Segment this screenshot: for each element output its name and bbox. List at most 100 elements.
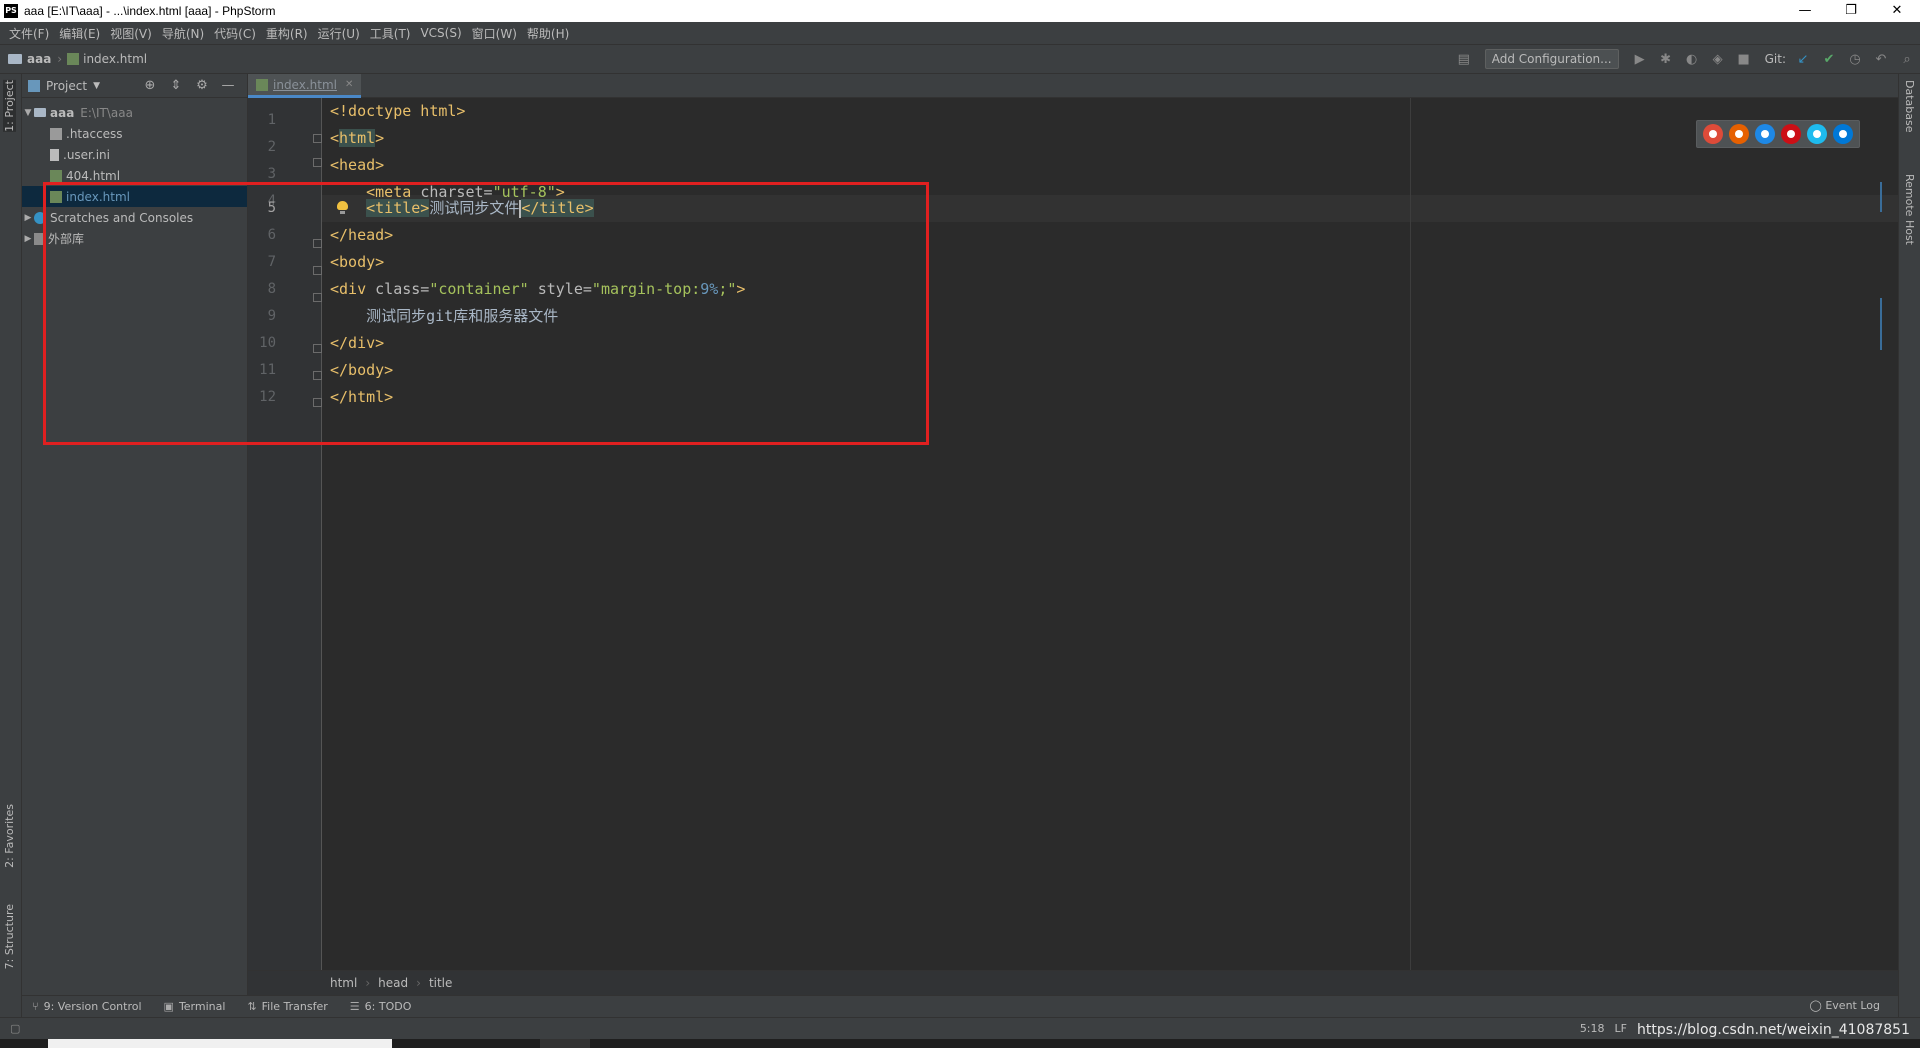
menu-refactor[interactable]: 重构(R) (261, 25, 313, 42)
git-commit-icon[interactable]: ✔ (1816, 52, 1842, 67)
nav-file[interactable]: index.html (83, 52, 147, 66)
tool-label: 6: TODO (364, 1000, 412, 1013)
caret-position[interactable]: 5:18 (1580, 1022, 1605, 1038)
tool-label: Terminal (178, 1000, 226, 1013)
search-icon[interactable]: ⌕ (1894, 52, 1920, 67)
edge-icon[interactable] (1833, 124, 1853, 144)
gear-icon[interactable]: ⚙ (189, 78, 215, 93)
fold-marker[interactable] (313, 134, 322, 143)
debug-icon[interactable]: ✱ (1653, 52, 1679, 67)
event-log-label: Event Log (1825, 999, 1880, 1012)
breadcrumb-html[interactable]: html (330, 976, 357, 990)
file-transfer-tool-button[interactable]: ⇅ File Transfer (247, 1000, 327, 1013)
project-tool-button[interactable]: 1: Project (3, 80, 16, 132)
project-structure-icon[interactable]: ▤ (1451, 52, 1477, 67)
breadcrumb-separator: › (416, 976, 421, 990)
menu-bar: 文件(F) 编辑(E) 视图(V) 导航(N) 代码(C) 重构(R) 运行(U… (0, 22, 1920, 44)
list-icon: ☰ (349, 1000, 360, 1013)
chrome-icon[interactable] (1703, 124, 1723, 144)
menu-view[interactable]: 视图(V) (105, 25, 157, 42)
minimize-button[interactable]: — (1782, 0, 1828, 22)
project-panel-title[interactable]: Project (46, 79, 87, 93)
project-panel-header: Project ▼ ⊕ ⇕ ⚙ — (22, 74, 247, 98)
menu-help[interactable]: 帮助(H) (522, 25, 574, 42)
nav-project[interactable]: aaa (27, 52, 51, 66)
close-button[interactable]: ✕ (1874, 0, 1920, 22)
favorites-tool-button[interactable]: 2: Favorites (3, 804, 16, 868)
version-control-tool-button[interactable]: ⑂ 9: Version Control (32, 1000, 142, 1013)
main-toolbar: ▤ Add Configuration... ▶ ✱ ◐ ◈ ■ Git: ↙ … (1451, 45, 1920, 73)
taskbar-item[interactable] (48, 1039, 392, 1048)
maximize-button[interactable]: ❐ (1828, 0, 1874, 22)
status-bar: ▢ 5:18 LF https://blog.csdn.net/weixin_4… (0, 1017, 1920, 1039)
tree-item-label: 404.html (66, 168, 121, 183)
menu-code[interactable]: 代码(C) (209, 25, 261, 42)
menu-edit[interactable]: 编辑(E) (54, 25, 105, 42)
code-line-2: <html> (330, 125, 384, 152)
structure-tool-button[interactable]: 7: Structure (3, 904, 16, 969)
database-tool-button[interactable]: Database (1903, 80, 1916, 133)
close-tab-icon[interactable]: ✕ (345, 79, 353, 90)
firefox-icon[interactable] (1729, 124, 1749, 144)
tree-item-aaa[interactable]: ▼ aaa E:\IT\aaa (22, 102, 247, 123)
html-file-icon (50, 169, 62, 182)
expand-arrow-icon[interactable]: ▶ (22, 213, 34, 223)
window-title-bar: PS aaa [E:\IT\aaa] - ...\index.html [aaa… (0, 0, 1920, 22)
tree-item-htaccess[interactable]: .htaccess (22, 123, 247, 144)
breadcrumb-title[interactable]: title (429, 976, 452, 990)
tool-windows-toggle-icon[interactable]: ▢ (10, 1022, 20, 1035)
profile-icon[interactable]: ◈ (1705, 52, 1731, 67)
code-token: < (330, 129, 340, 147)
phpstorm-logo-icon: PS (4, 4, 18, 18)
event-log-icon: ◯ (1809, 999, 1826, 1012)
stop-icon[interactable]: ■ (1731, 52, 1757, 67)
add-configuration-button[interactable]: Add Configuration... (1484, 49, 1619, 69)
tree-item-user-ini[interactable]: .user.ini (22, 144, 247, 165)
folder-icon (34, 108, 46, 117)
status-right: 5:18 LF https://blog.csdn.net/weixin_410… (1570, 1022, 1910, 1038)
terminal-icon: ▣ (163, 1000, 174, 1013)
menu-run[interactable]: 运行(U) (313, 25, 365, 42)
line-separator[interactable]: LF (1615, 1022, 1627, 1038)
coverage-icon[interactable]: ◐ (1679, 52, 1705, 67)
git-history-icon[interactable]: ◷ (1842, 52, 1868, 67)
git-update-icon[interactable]: ↙ (1790, 52, 1816, 67)
expand-arrow-icon[interactable]: ▶ (22, 234, 34, 244)
window-controls: — ❐ ✕ (1782, 0, 1920, 22)
safari-icon[interactable] (1755, 124, 1775, 144)
tab-index-html[interactable]: index.html ✕ (248, 74, 362, 98)
menu-window[interactable]: 窗口(W) (467, 25, 522, 42)
menu-tools[interactable]: 工具(T) (365, 25, 416, 42)
breadcrumb-head[interactable]: head (378, 976, 408, 990)
git-label: Git: (1764, 52, 1786, 66)
todo-tool-button[interactable]: ☰ 6: TODO (350, 1000, 412, 1013)
code-token: <!doctype html> (330, 102, 466, 120)
left-tool-strip: 1: Project 2: Favorites 7: Structure (0, 74, 22, 1017)
tool-label: File Transfer (261, 1000, 328, 1013)
run-icon[interactable]: ▶ (1627, 52, 1653, 67)
transfer-icon: ⇅ (247, 1000, 257, 1013)
branch-icon: ⑂ (32, 1000, 39, 1013)
opera-icon[interactable] (1781, 124, 1801, 144)
taskbar-item[interactable] (540, 1039, 590, 1048)
code-token: html (339, 129, 376, 147)
chevron-down-icon[interactable]: ▼ (93, 81, 100, 91)
expand-arrow-icon[interactable]: ▼ (22, 108, 34, 118)
html-file-icon (67, 53, 80, 65)
terminal-tool-button[interactable]: ▣ Terminal (164, 1000, 226, 1013)
html-file-icon (256, 78, 268, 91)
event-log-button[interactable]: ◯ Event Log (1810, 999, 1880, 1012)
window-title: aaa [E:\IT\aaa] - ...\index.html [aaa] -… (24, 4, 276, 18)
editor-tabs: index.html ✕ (248, 74, 1898, 98)
internet-explorer-icon[interactable] (1807, 124, 1827, 144)
fold-marker[interactable] (313, 158, 322, 167)
line-number: 1 (267, 112, 276, 128)
git-rollback-icon[interactable]: ↶ (1868, 52, 1894, 67)
remote-host-tool-button[interactable]: Remote Host (1903, 174, 1916, 245)
menu-file[interactable]: 文件(F) (4, 25, 54, 42)
collapse-all-icon[interactable]: ⇕ (163, 78, 189, 93)
menu-navigate[interactable]: 导航(N) (157, 25, 209, 42)
locate-icon[interactable]: ⊕ (137, 78, 163, 93)
menu-vcs[interactable]: VCS(S) (415, 26, 466, 40)
hide-icon[interactable]: — (215, 78, 241, 93)
